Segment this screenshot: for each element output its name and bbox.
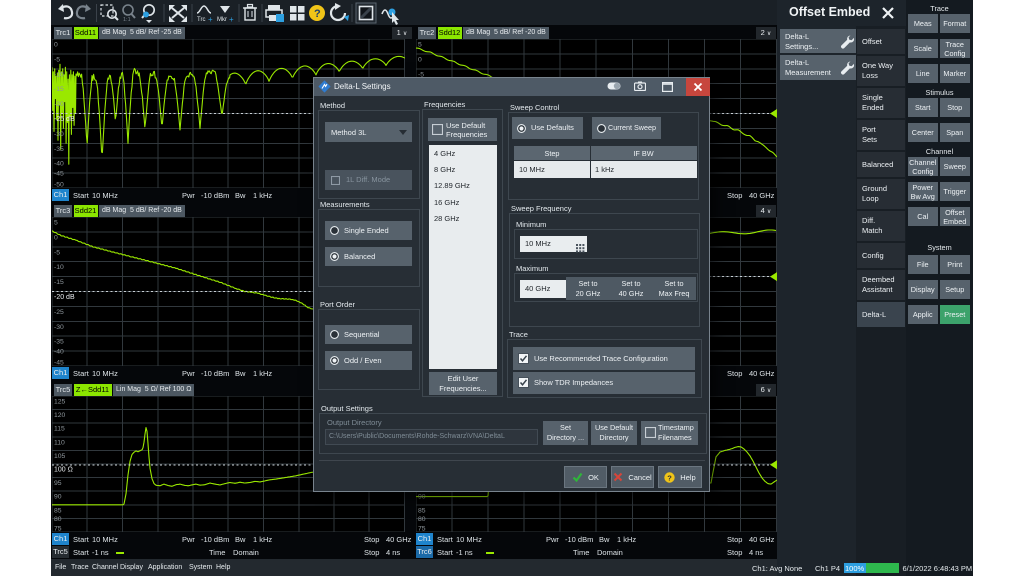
svg-text:110: 110 [54,439,65,446]
svg-text:-5: -5 [54,56,60,63]
svg-text:-10: -10 [54,71,64,78]
svg-text:125: 125 [54,399,66,406]
svg-text:100 Ω: 100 Ω [54,467,73,474]
svg-text:0: 0 [54,234,58,241]
svg-text:-25: -25 [54,309,64,316]
svg-text:-5: -5 [54,249,60,256]
svg-text:75: 75 [54,526,62,533]
svg-text:115: 115 [54,426,65,433]
svg-text:-10: -10 [54,264,64,271]
svg-text:+: + [208,15,213,24]
svg-text:90: 90 [418,494,426,501]
svg-text:80: 80 [418,516,426,523]
svg-text:120: 120 [54,412,66,419]
svg-text:?: ? [314,8,321,20]
svg-text:-45: -45 [54,171,64,178]
svg-text:?: ? [667,473,672,482]
svg-text:85: 85 [54,507,62,514]
svg-text:-15: -15 [54,86,64,93]
svg-text:85: 85 [418,507,426,514]
svg-text:-40: -40 [54,349,64,356]
svg-text:-45: -45 [54,360,64,367]
svg-text:-25 dB: -25 dB [54,116,75,123]
svg-text:5: 5 [54,220,58,227]
svg-text:5: 5 [418,42,422,49]
svg-text:-15: -15 [54,279,64,286]
svg-text:105: 105 [54,453,66,460]
svg-text:-20 dB: -20 dB [54,294,75,301]
svg-text:0: 0 [54,42,58,49]
svg-text:0: 0 [418,56,422,63]
svg-text:1:1: 1:1 [123,17,131,23]
svg-text:+: + [229,15,234,24]
svg-text:75: 75 [418,526,426,533]
svg-text:-30: -30 [54,324,64,331]
svg-text:-50: -50 [54,182,64,189]
svg-text:-30: -30 [54,131,64,138]
svg-text:-35: -35 [54,339,64,346]
svg-text:-20: -20 [54,101,64,108]
svg-text:-35: -35 [54,146,64,153]
svg-text:Mkr: Mkr [217,17,227,23]
svg-text:-40: -40 [54,161,64,168]
svg-text:80: 80 [54,516,62,523]
svg-text:90: 90 [54,494,62,501]
svg-text:95: 95 [54,480,62,487]
svg-text:Trc: Trc [197,17,205,23]
